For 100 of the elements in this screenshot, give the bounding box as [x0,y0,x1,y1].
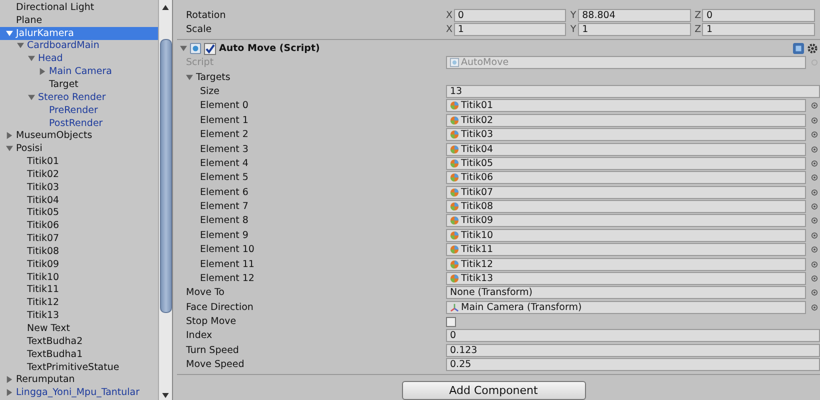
item-label: Plane [16,14,42,26]
hierarchy-item[interactable]: PreRender [0,104,158,117]
number-field[interactable]: 0 [454,8,566,22]
expanded-arrow-icon[interactable] [17,42,24,50]
object-field[interactable]: Titik13 [446,272,806,285]
hierarchy-item[interactable]: Titik03 [0,180,158,194]
scrollbar-thumb[interactable] [160,39,172,313]
number-field[interactable]: 13 [446,85,820,98]
expanded-arrow-icon[interactable] [6,145,13,152]
object-field[interactable]: Titik08 [446,200,806,214]
object-field[interactable]: Titik11 [446,243,806,256]
gameobject-icon [450,116,459,125]
hierarchy-item[interactable]: Titik11 [0,284,158,296]
object-field[interactable]: Titik02 [446,114,806,127]
item-label: Rerumputan [16,374,75,386]
hierarchy-item[interactable]: Titik04 [0,194,158,206]
collapsed-arrow-icon[interactable] [39,68,46,76]
property-label: Element 5 [199,172,250,184]
object-field[interactable]: Titik07 [446,186,806,199]
scrollbar[interactable] [158,0,172,400]
object-field[interactable]: Titik10 [446,228,806,242]
number-field[interactable]: 1 [702,23,815,36]
expanded-arrow-icon[interactable] [186,74,193,81]
property-label: Scale [186,24,213,36]
gameobject-icon [450,158,459,168]
property-label: Index [186,330,214,342]
object-field[interactable]: Titik09 [446,214,806,228]
hierarchy-item[interactable]: Titik07 [0,232,158,246]
foldout-label[interactable]: Targets [193,72,456,83]
hierarchy-item[interactable]: Main Camera [0,65,158,78]
property-label: Face Direction [186,302,254,313]
hierarchy-item[interactable]: Head [0,52,158,66]
property-label: Element 10 [199,244,256,256]
object-field[interactable]: Titik05 [446,156,806,170]
checkbox[interactable] [446,316,456,327]
hierarchy-item[interactable]: TextPrimitiveStatue [0,360,158,374]
hierarchy-item[interactable]: Titik08 [0,245,158,258]
add-component-button[interactable]: Add Component [402,380,586,400]
hierarchy-item[interactable]: Titik05 [0,206,158,220]
number-field[interactable]: 1 [454,23,566,36]
scroll-down-icon[interactable] [162,393,169,398]
item-label: TextBudha2 [27,336,83,347]
hierarchy-item[interactable]: Target [0,78,158,91]
hierarchy-item[interactable]: TextBudha2 [0,334,158,348]
expanded-arrow-icon[interactable] [180,45,187,52]
property-label: Move Speed [186,359,246,370]
property-label: Element 8 [199,215,250,226]
property-label: Element 1 [199,114,250,126]
hierarchy-item[interactable]: Directional Light [0,1,158,14]
hierarchy-item[interactable]: JalurKamera [0,26,158,40]
object-field[interactable]: None (Transform) [446,286,806,300]
component-title: Auto Move (Script) [219,43,320,54]
hierarchy-item[interactable]: New Text [0,322,158,335]
hierarchy-item[interactable]: Titik10 [0,270,158,284]
expanded-arrow-icon[interactable] [28,94,35,101]
hierarchy-item[interactable]: Lingga_Yoni_Mpu_Tantular [0,386,158,400]
hierarchy-item[interactable]: Titik02 [0,168,158,181]
number-field[interactable]: 88.804 [578,8,691,22]
number-field[interactable]: 0 [702,8,815,22]
expanded-arrow-icon[interactable] [28,55,35,62]
collapsed-arrow-icon[interactable] [6,132,13,140]
number-field[interactable]: 0.25 [446,358,820,372]
number-field[interactable]: 0 [446,329,820,342]
hierarchy-item[interactable]: MuseumObjects [0,129,158,142]
hierarchy-item[interactable]: Titik13 [0,309,158,322]
hierarchy-item[interactable]: Stereo Render [0,90,158,104]
axis-label: Y [570,24,578,36]
axis-label: X [446,24,454,36]
object-field[interactable]: Main Camera (Transform) [446,300,806,314]
expanded-arrow-icon[interactable] [6,30,13,37]
hierarchy-item[interactable]: TextBudha1 [0,348,158,361]
item-label: PostRender [49,118,103,129]
item-label: Titik02 [27,168,60,180]
item-label: Titik01 [27,156,60,168]
hierarchy-item[interactable]: Titik09 [0,258,158,271]
checkbox[interactable] [204,42,216,55]
hierarchy-item[interactable]: Rerumputan [0,373,158,386]
property-label: Turn Speed [186,344,240,356]
scroll-up-icon[interactable] [162,5,169,10]
number-field[interactable]: 1 [578,23,691,36]
object-field[interactable]: Titik12 [446,258,806,271]
hierarchy-item[interactable]: Posisi [0,142,158,156]
object-field[interactable]: Titik06 [446,171,806,184]
hierarchy-item[interactable]: Titik01 [0,155,158,168]
object-field[interactable]: Titik03 [446,128,806,142]
hierarchy-item[interactable]: CardboardMain [0,40,158,52]
collapsed-arrow-icon[interactable] [6,389,13,396]
gameobject-icon [450,188,459,197]
hierarchy-item[interactable]: Titik12 [0,296,158,310]
axis-label: Y [570,10,578,21]
settings-icon[interactable] [807,43,818,54]
object-field[interactable]: Titik04 [446,142,806,156]
hierarchy-item[interactable]: Titik06 [0,219,158,232]
collapsed-arrow-icon[interactable] [6,376,13,384]
hierarchy-item[interactable]: Plane [0,14,158,27]
property-label: Stop Move [186,316,238,328]
hierarchy-item[interactable]: PostRender [0,116,158,130]
object-field[interactable]: Titik01 [446,99,806,112]
number-field[interactable]: 0.123 [446,344,820,357]
property-label: Element 0 [199,100,250,112]
